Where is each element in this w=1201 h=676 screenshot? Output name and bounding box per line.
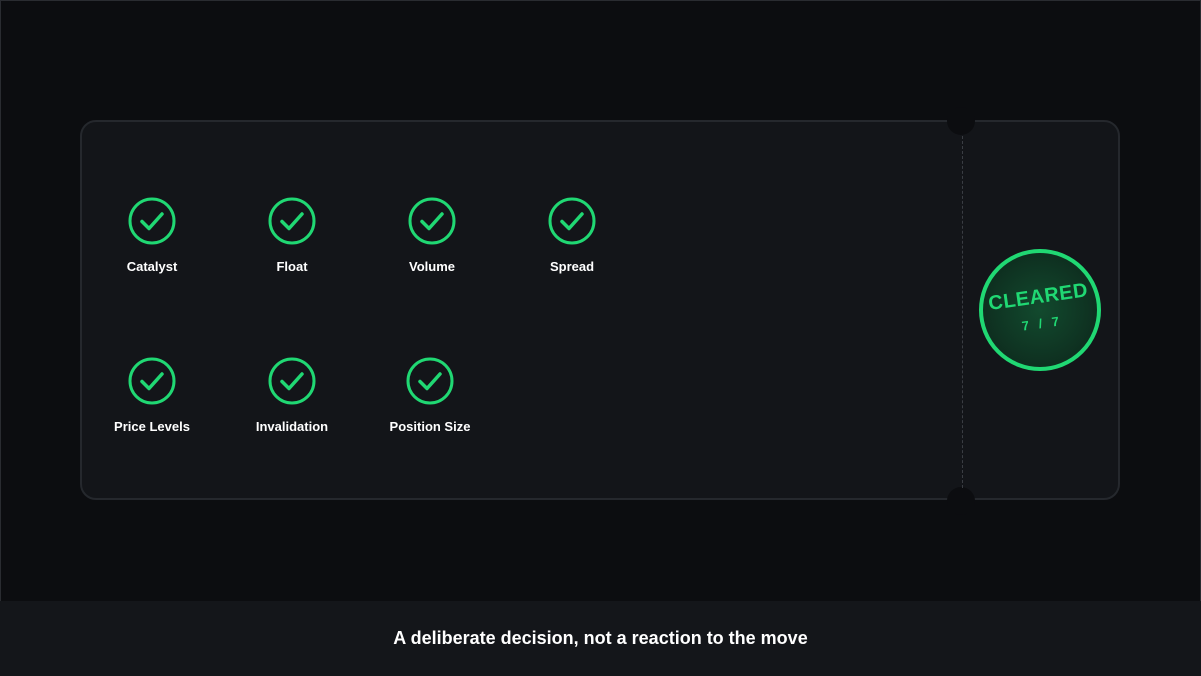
- checklist-item-label: Float: [276, 259, 308, 274]
- checklist-item-float: Float: [222, 197, 362, 275]
- checklist-ticket: Catalyst Float Volume Spread Price Level…: [80, 107, 1120, 515]
- ticket-perforation: [962, 136, 963, 488]
- ticket-notch-bottom: [947, 487, 975, 515]
- checklist-item-label: Price Levels: [114, 419, 190, 434]
- cleared-stamp: CLEARED 7 / 7: [979, 249, 1101, 371]
- checklist-item-invalidation: Invalidation: [222, 357, 362, 435]
- ticket-notch-top: [947, 107, 975, 135]
- caption-text: A deliberate decision, not a reaction to…: [393, 628, 808, 648]
- checklist-item-position-size: Position Size: [360, 357, 500, 435]
- check-circle-icon: [408, 197, 456, 245]
- check-circle-icon: [406, 357, 454, 405]
- check-circle-icon: [128, 197, 176, 245]
- check-circle-icon: [548, 197, 596, 245]
- caption-bar: A deliberate decision, not a reaction to…: [0, 601, 1201, 676]
- checklist-item-label: Invalidation: [255, 419, 329, 434]
- checklist-item-label: Spread: [549, 259, 595, 274]
- checklist-item-price-levels: Price Levels: [82, 357, 222, 435]
- check-circle-icon: [268, 197, 316, 245]
- checklist-item-catalyst: Catalyst: [82, 197, 222, 275]
- checklist-item-volume: Volume: [362, 197, 502, 275]
- check-circle-icon: [128, 357, 176, 405]
- checklist-item-spread: Spread: [502, 197, 642, 275]
- checklist-item-label: Catalyst: [126, 259, 178, 274]
- checklist-item-label: Position Size: [389, 419, 471, 434]
- check-circle-icon: [268, 357, 316, 405]
- checklist-item-label: Volume: [409, 259, 455, 274]
